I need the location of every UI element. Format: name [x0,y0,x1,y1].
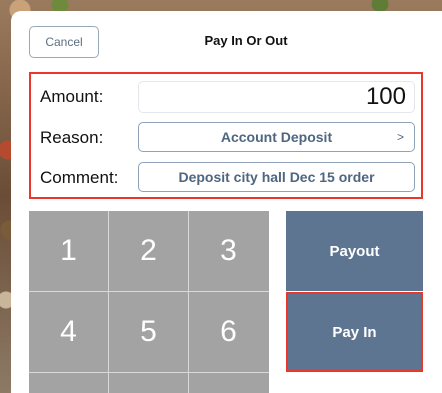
key-5[interactable]: 5 [109,292,188,372]
key-2[interactable]: 2 [109,211,188,291]
key-next-row-1[interactable] [29,373,108,393]
amount-label: Amount: [40,87,104,106]
chevron-right-icon: > [396,130,404,144]
pay-in-out-dialog: Cancel Pay In Or Out Amount: 100 Reason:… [11,11,442,393]
comment-label: Comment: [40,168,119,187]
key-4[interactable]: 4 [29,292,108,372]
amount-input[interactable]: 100 [138,81,415,113]
keypad-divider [108,211,109,393]
payment-details-form: Amount: 100 Reason: Account Deposit > Co… [29,72,423,199]
keypad-divider [188,211,189,393]
key-next-row-2[interactable] [109,373,188,393]
key-1[interactable]: 1 [29,211,108,291]
numeric-keypad: 1 2 3 4 5 6 [29,211,269,393]
dialog-title: Pay In Or Out [204,33,288,48]
keypad-divider [29,291,269,292]
cancel-button[interactable]: Cancel [29,26,99,58]
payout-button[interactable]: Payout [286,211,423,291]
key-6[interactable]: 6 [189,292,268,372]
reason-value: Account Deposit [220,129,333,145]
reason-label: Reason: [40,128,104,147]
key-next-row-3[interactable] [189,373,268,393]
comment-value: Deposit city hall Dec 15 order [178,169,375,185]
key-3[interactable]: 3 [189,211,268,291]
keypad-divider [29,372,269,373]
comment-input[interactable]: Deposit city hall Dec 15 order [138,162,415,192]
reason-selector[interactable]: Account Deposit > [138,122,415,152]
pay-in-button[interactable]: Pay In [286,292,423,372]
